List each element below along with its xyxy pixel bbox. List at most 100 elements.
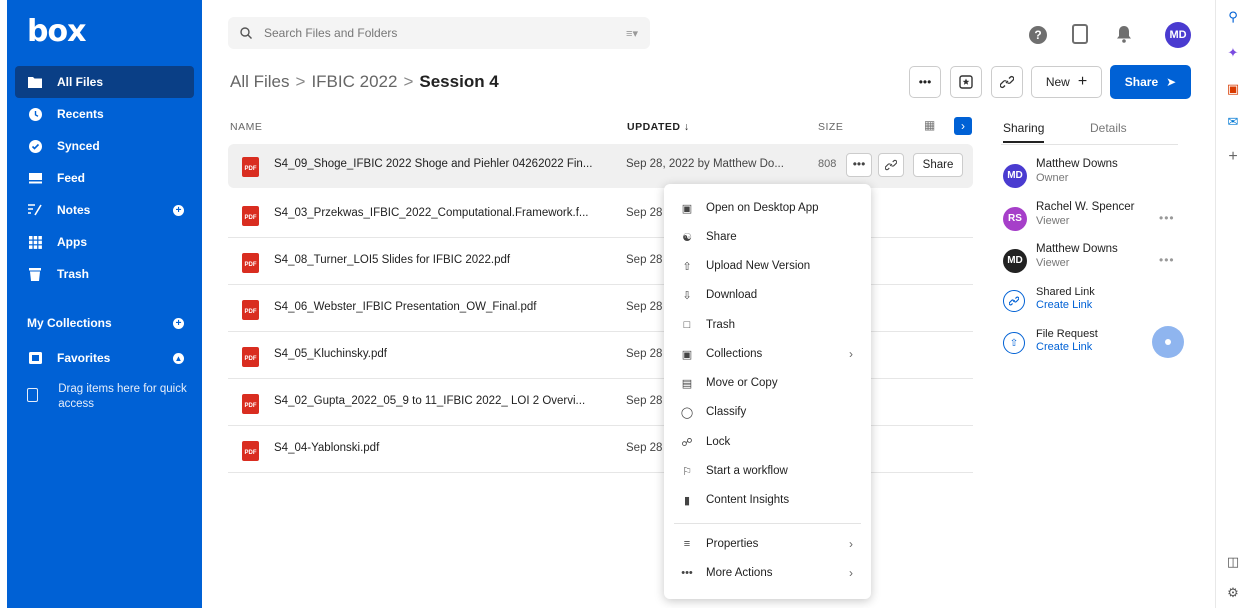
settings-gear-icon[interactable]: ⚙ <box>1226 585 1240 600</box>
new-button-label: New <box>1045 75 1070 89</box>
breadcrumb-all-files[interactable]: All Files <box>230 72 290 91</box>
collaborator-role: Owner <box>1036 172 1069 184</box>
sidebar-item-label: Feed <box>57 171 86 185</box>
menu-item-lock[interactable]: ☍ Lock <box>664 428 871 456</box>
chevron-up-icon[interactable]: ▲ <box>173 352 184 364</box>
menu-item-download[interactable]: ⇩ Download <box>664 281 871 309</box>
favorites-icon <box>27 350 43 366</box>
add-note-icon[interactable]: + <box>173 204 184 216</box>
menu-item-label: Properties <box>706 538 759 550</box>
menu-item-collections[interactable]: ▣ Collections › <box>664 340 871 368</box>
share-button-label: Share <box>1124 75 1159 89</box>
new-button[interactable]: New + <box>1031 66 1102 98</box>
sidebar-item-label: Trash <box>57 267 90 281</box>
menu-item-upload-new-version[interactable]: ⇧ Upload New Version <box>664 252 871 280</box>
help-icon[interactable]: ? <box>1029 26 1047 44</box>
search-filter-icon[interactable]: ≡▾ <box>626 27 638 40</box>
chevron-right-icon: › <box>849 347 853 361</box>
sidebar-item-all-files[interactable]: All Files <box>15 66 194 98</box>
feed-icon <box>27 170 43 186</box>
collaborator-more-icon[interactable]: ••• <box>1159 211 1175 225</box>
sparkle-icon[interactable]: ✦ <box>1226 45 1240 60</box>
add-to-collection-button[interactable] <box>950 66 982 98</box>
notifications-bell-icon[interactable] <box>1116 25 1132 43</box>
row-share-button[interactable]: Share <box>913 153 963 177</box>
shared-link-title: Shared Link <box>1036 286 1095 298</box>
menu-item-properties[interactable]: ≡ Properties › <box>664 530 871 558</box>
sidebar-item-label: Recents <box>57 107 104 121</box>
sidebar-item-favorites[interactable]: Favorites ▲ <box>15 342 194 374</box>
box-logo[interactable]: box <box>27 14 86 49</box>
outlook-icon[interactable]: ✉ <box>1226 114 1240 129</box>
shield-icon: ◯ <box>680 406 694 419</box>
grid-view-icon[interactable]: ▦ <box>924 118 942 136</box>
create-file-request-link[interactable]: Create Link <box>1036 341 1092 353</box>
menu-item-classify[interactable]: ◯ Classify <box>664 398 871 426</box>
menu-item-label: Collections <box>706 348 763 360</box>
row-more-options-button[interactable]: ••• <box>846 153 872 177</box>
trash-icon: □ <box>683 319 691 331</box>
sidebar-item-feed[interactable]: Feed <box>15 162 194 194</box>
file-name[interactable]: S4_03_Przekwas_IFBIC_2022_Computational.… <box>274 207 589 219</box>
menu-item-content-insights[interactable]: ▮ Content Insights <box>664 486 871 514</box>
menu-item-trash[interactable]: □ Trash <box>664 311 871 339</box>
breadcrumb-ifbic-2022[interactable]: IFBIC 2022 <box>311 72 397 91</box>
user-avatar[interactable]: MD <box>1165 22 1191 48</box>
create-shared-link[interactable]: Create Link <box>1036 299 1092 311</box>
menu-item-label: Move or Copy <box>706 377 778 389</box>
notes-icon <box>27 202 43 218</box>
tab-sharing[interactable]: Sharing <box>1003 121 1045 143</box>
toggle-sidebar-chevron-icon[interactable]: › <box>954 117 972 135</box>
check-circle-icon <box>27 138 43 154</box>
link-icon <box>1003 290 1025 312</box>
file-name[interactable]: S4_06_Webster_IFBIC Presentation_OW_Fina… <box>274 301 537 313</box>
search-input[interactable]: Search Files and Folders <box>264 26 397 40</box>
menu-item-open-desktop[interactable]: ▣ Open on Desktop App <box>664 194 871 222</box>
folder-more-button[interactable]: ••• <box>909 66 941 98</box>
sidebar-item-apps[interactable]: Apps <box>15 226 194 258</box>
sidebar-item-notes[interactable]: Notes + <box>15 194 194 226</box>
pdf-file-icon: PDF <box>242 253 259 273</box>
sidebar-item-recents[interactable]: Recents <box>15 98 194 130</box>
tab-details[interactable]: Details <box>1090 121 1127 135</box>
search-icon[interactable]: ⚲ <box>1226 9 1240 24</box>
menu-item-label: Upload New Version <box>706 260 811 272</box>
copy-link-button[interactable] <box>991 66 1023 98</box>
file-name[interactable]: S4_04-Yablonski.pdf <box>274 442 379 454</box>
tasks-clipboard-icon[interactable] <box>1072 24 1088 44</box>
collections-icon: ▣ <box>681 348 693 361</box>
share-folder-button[interactable]: Share ➤ <box>1110 65 1191 99</box>
file-name[interactable]: S4_05_Kluchinsky.pdf <box>274 348 387 360</box>
my-collections-header[interactable]: My Collections + <box>15 313 194 333</box>
shared-link-row[interactable]: Shared Link Create Link <box>1003 286 1183 322</box>
file-name[interactable]: S4_09_Shoge_IFBIC 2022 Shoge and Piehler… <box>274 158 592 170</box>
add-collection-icon[interactable]: + <box>173 317 184 329</box>
table-row[interactable]: PDF S4_09_Shoge_IFBIC 2022 Shoge and Pie… <box>228 144 973 188</box>
menu-item-start-workflow[interactable]: ⚐ Start a workflow <box>664 457 871 485</box>
menu-item-move-copy[interactable]: ▤ Move or Copy <box>664 369 871 397</box>
sidebar-item-synced[interactable]: Synced <box>15 130 194 162</box>
collaborator-row[interactable]: RS Rachel W. Spencer Viewer ••• <box>1003 201 1183 237</box>
file-name[interactable]: S4_08_Turner_LOI5 Slides for IFBIC 2022.… <box>274 254 510 266</box>
sidebar-item-trash[interactable]: Trash <box>15 258 194 290</box>
collaborator-row[interactable]: MD Matthew Downs Owner <box>1003 158 1183 194</box>
collaborator-row[interactable]: MD Matthew Downs Viewer ••• <box>1003 243 1183 279</box>
sidebar-item-label: Notes <box>57 203 91 217</box>
row-copy-link-button[interactable] <box>878 153 904 177</box>
menu-item-more-actions[interactable]: ••• More Actions › <box>664 559 871 587</box>
collaborator-more-icon[interactable]: ••• <box>1159 253 1175 267</box>
file-updated: Sep 28, 2022 by Matthew Do... <box>626 158 784 170</box>
collaborator-role: Viewer <box>1036 215 1070 227</box>
column-header-name[interactable]: NAME <box>230 121 262 133</box>
office-icon[interactable]: ▣ <box>1226 81 1240 96</box>
column-header-updated-label: UPDATED <box>627 121 681 133</box>
sidebar-toggle-icon[interactable]: ◫ <box>1226 554 1240 569</box>
file-name[interactable]: S4_02_Gupta_2022_05_9 to 11_IFBIC 2022_ … <box>274 395 585 407</box>
menu-item-share[interactable]: ☯ Share <box>664 223 871 251</box>
search-bar[interactable]: Search Files and Folders ≡▾ <box>228 17 650 49</box>
column-header-updated[interactable]: UPDATED ↓ <box>627 121 690 133</box>
add-icon[interactable]: + <box>1226 148 1240 165</box>
link-icon <box>1000 75 1014 89</box>
avatar: MD <box>1003 164 1027 188</box>
column-header-size[interactable]: SIZE <box>818 121 843 133</box>
